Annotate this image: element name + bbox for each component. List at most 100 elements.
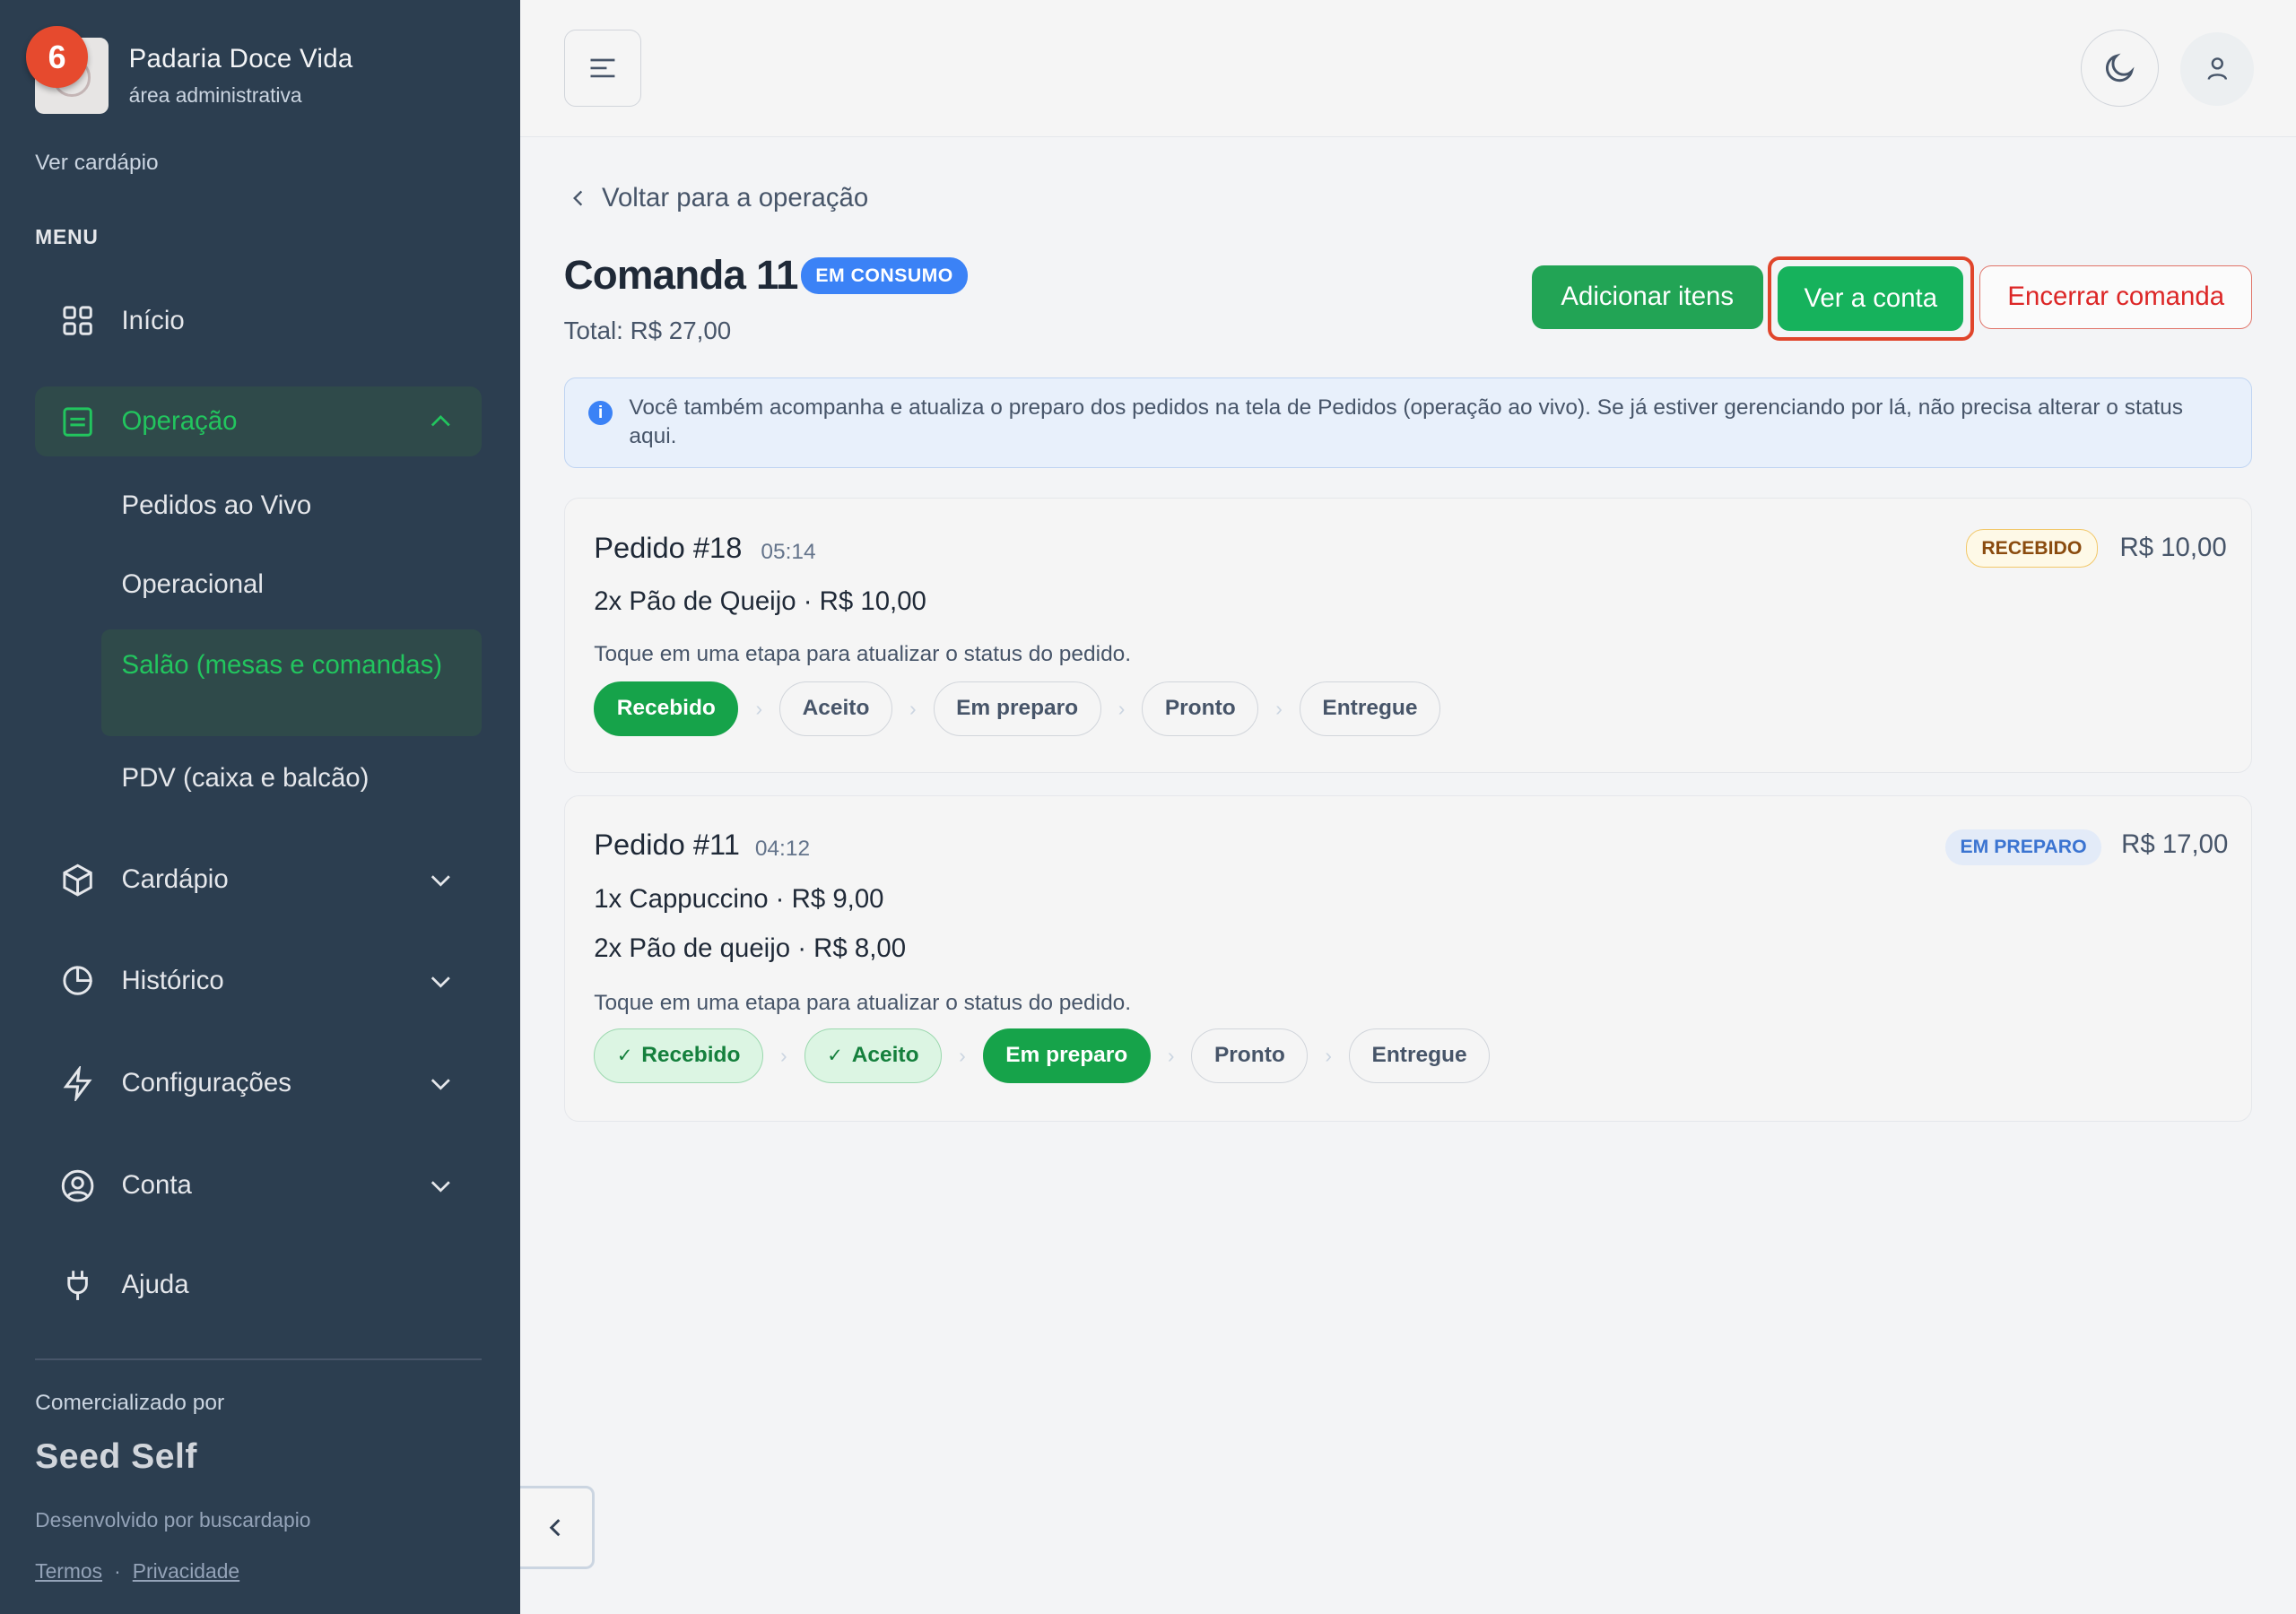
list-icon — [58, 403, 96, 440]
step-arrow-icon: › — [1118, 696, 1126, 720]
order-card: Pedido #18 05:14 RECEBIDO R$ 10,00 2x Pã… — [563, 498, 2253, 774]
step-arrow-icon: › — [1325, 1043, 1332, 1067]
step-arrow-icon: › — [1275, 696, 1283, 720]
check-icon: ✓ — [827, 1045, 843, 1066]
app-root: 6 Padaria Doce Vida área administrativa … — [0, 0, 2296, 1614]
chevron-down-icon — [430, 1181, 450, 1193]
order-time: 05:14 — [761, 539, 816, 564]
step-pronto[interactable]: Pronto — [1191, 1028, 1309, 1083]
page-title: Comanda 11 — [563, 251, 799, 298]
notification-badge[interactable]: 6 — [26, 26, 88, 88]
step-pronto[interactable]: Pronto — [1142, 681, 1259, 736]
chevron-down-icon — [430, 976, 450, 988]
topbar — [519, 0, 2296, 138]
sidebar: 6 Padaria Doce Vida área administrativa … — [0, 0, 520, 1614]
order-status-badge: RECEBIDO — [1966, 529, 2098, 568]
status-hint: Toque em uma etapa para atualizar o stat… — [594, 642, 1132, 667]
sidebar-item-label: Ajuda — [121, 1270, 189, 1300]
menu-section-label: MENU — [35, 225, 99, 249]
menu-toggle-button[interactable] — [563, 29, 642, 108]
status-steps: ✓ Recebido › ✓ Aceito › Em preparo › Pront… — [594, 1028, 1491, 1083]
developer-credit: Desenvolvido por buscardapio — [35, 1507, 311, 1532]
sidebar-item-inicio[interactable]: Início — [35, 285, 482, 355]
status-steps: Recebido › Aceito › Em preparo › Pronto … — [594, 681, 1440, 736]
sidebar-item-ajuda[interactable]: Ajuda — [35, 1250, 482, 1320]
step-aceito[interactable]: Aceito — [779, 681, 892, 736]
sidebar-item-cardapio[interactable]: Cardápio — [35, 845, 482, 915]
footer-links: Termos · Privacidade — [35, 1559, 239, 1584]
chevron-left-icon — [572, 190, 582, 206]
info-icon: i — [587, 400, 613, 426]
step-em-preparo[interactable]: Em preparo — [933, 681, 1101, 736]
commercialized-by-label: Comercializado por — [35, 1391, 225, 1416]
step-recebido[interactable]: ✓ Recebido — [594, 1028, 763, 1083]
hamburger-icon — [590, 58, 615, 78]
sidebar-item-label: Início — [121, 305, 185, 335]
user-circle-icon — [58, 1167, 96, 1204]
vendor-brand: Seed Self — [35, 1437, 197, 1477]
moon-icon — [2105, 53, 2135, 82]
total-amount: Total: R$ 27,00 — [563, 316, 732, 344]
sidebar-subitem-operacional[interactable]: Operacional — [101, 569, 483, 600]
sidebar-item-operacao[interactable]: Operação — [35, 386, 483, 457]
sidebar-item-historico[interactable]: Histórico — [35, 946, 482, 1016]
step-arrow-icon: › — [959, 1043, 966, 1067]
step-entregue[interactable]: Entregue — [1299, 681, 1440, 736]
status-hint: Toque em uma etapa para atualizar o stat… — [594, 990, 1132, 1015]
chevron-down-icon — [430, 875, 450, 887]
sidebar-divider — [35, 1358, 483, 1360]
sidebar-subitem-pdv[interactable]: PDV (caixa e balcão) — [101, 763, 483, 794]
info-banner: i Você também acompanha e atualiza o pre… — [563, 377, 2253, 469]
brand[interactable]: 6 Padaria Doce Vida área administrativa — [26, 26, 353, 115]
view-menu-link[interactable]: Ver cardápio — [35, 151, 158, 176]
sidebar-item-configuracoes[interactable]: Configurações — [35, 1048, 482, 1118]
order-item: 2x Pão de Queijo · R$ 10,00 — [594, 586, 926, 617]
main-content: Voltar para a operação Comanda 11 EM CON… — [519, 137, 2296, 1614]
footer-separator: · — [114, 1558, 121, 1583]
back-link-label: Voltar para a operação — [601, 183, 869, 213]
status-badge: EM CONSUMO — [801, 257, 969, 294]
sidebar-item-label: Histórico — [121, 965, 224, 995]
step-aceito[interactable]: ✓ Aceito — [804, 1028, 943, 1083]
sidebar-item-label: Cardápio — [121, 864, 229, 895]
terms-link[interactable]: Termos — [35, 1559, 102, 1583]
chevron-left-icon — [549, 1519, 561, 1537]
check-icon: ✓ — [616, 1045, 633, 1066]
pie-chart-icon — [58, 962, 96, 1000]
step-arrow-icon: › — [755, 696, 763, 720]
back-link[interactable]: Voltar para a operação — [567, 183, 868, 213]
order-item: 2x Pão de queijo · R$ 8,00 — [594, 933, 907, 964]
order-card: Pedido #11 04:12 EM PREPARO R$ 17,00 1x … — [563, 794, 2253, 1122]
brand-subtitle: área administrativa — [128, 83, 302, 108]
plug-icon — [58, 1266, 96, 1304]
view-bill-button[interactable]: Ver a conta — [1778, 266, 1964, 331]
order-title: Pedido #11 — [594, 828, 740, 862]
order-title: Pedido #18 — [594, 531, 743, 565]
close-tab-button[interactable]: Encerrar comanda — [1979, 265, 2253, 330]
box-icon — [58, 861, 96, 898]
sidebar-item-label: Configurações — [121, 1068, 291, 1098]
order-price: R$ 10,00 — [2119, 532, 2227, 562]
collapse-sidebar-button[interactable] — [519, 1486, 595, 1570]
sidebar-subitem-salao[interactable]: Salão (mesas e comandas) — [100, 629, 483, 737]
user-menu-button[interactable] — [2180, 31, 2254, 106]
grid-icon — [58, 301, 96, 339]
sidebar-subitem-pedidos[interactable]: Pedidos ao Vivo — [101, 490, 483, 521]
step-recebido[interactable]: Recebido — [594, 681, 739, 736]
order-time: 04:12 — [754, 837, 811, 862]
order-price: R$ 17,00 — [2121, 829, 2229, 860]
brand-name: Padaria Doce Vida — [128, 44, 353, 74]
theme-toggle-button[interactable] — [2081, 29, 2159, 108]
order-status-badge: EM PREPARO — [1945, 829, 2101, 866]
add-items-button[interactable]: Adicionar itens — [1531, 265, 1763, 330]
brand-logo: 6 — [26, 26, 109, 115]
sidebar-item-label: Conta — [121, 1170, 192, 1201]
sidebar-item-conta[interactable]: Conta — [35, 1150, 482, 1220]
user-icon — [2207, 57, 2227, 81]
sidebar-item-label: Operação — [121, 406, 238, 437]
privacy-link[interactable]: Privacidade — [133, 1559, 239, 1583]
step-em-preparo[interactable]: Em preparo — [982, 1028, 1151, 1083]
step-arrow-icon: › — [1167, 1043, 1175, 1067]
chevron-up-icon — [430, 414, 450, 427]
step-entregue[interactable]: Entregue — [1349, 1028, 1491, 1083]
